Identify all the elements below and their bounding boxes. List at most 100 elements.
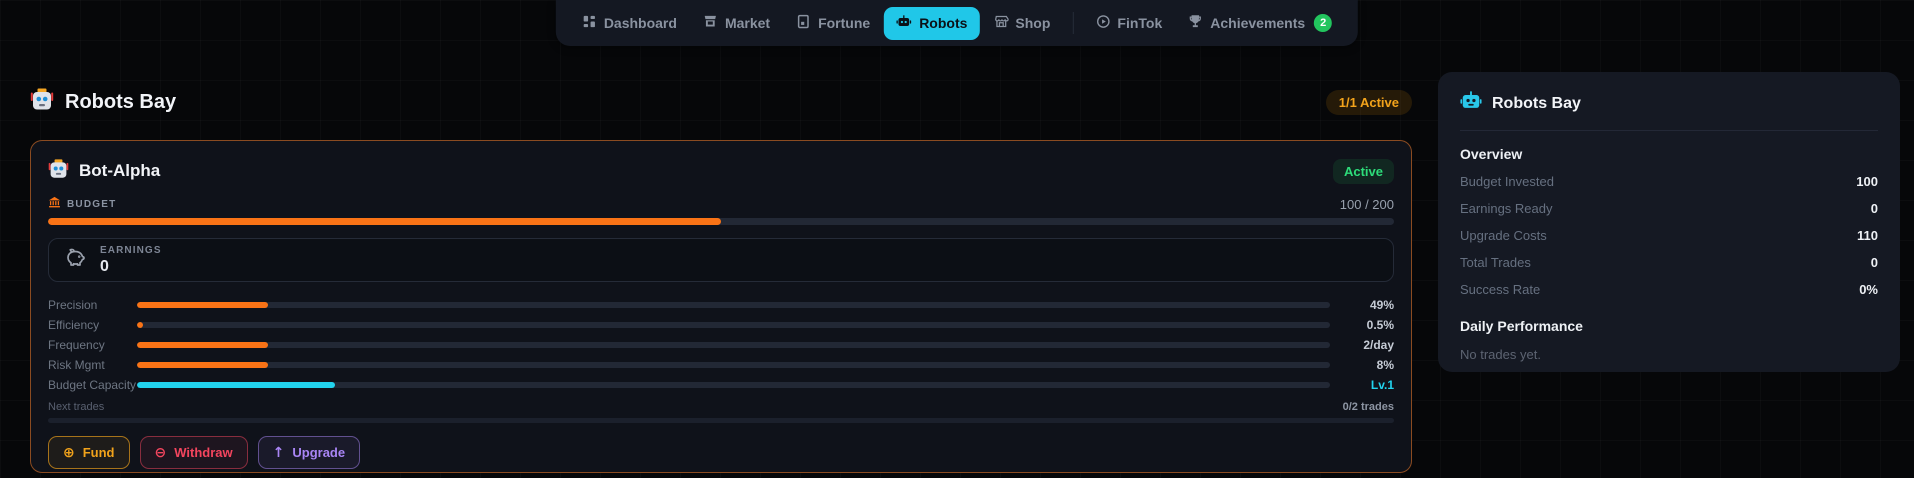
- trophy-icon: [1188, 14, 1203, 32]
- stat-label: Precision: [48, 298, 98, 312]
- budget-row: Budget 100 / 200: [48, 196, 1394, 212]
- nav-label: Market: [724, 15, 771, 31]
- panel-title: Robots Bay: [1492, 94, 1581, 112]
- stat-row-risk-mgmt: Risk Mgmt 8%: [48, 355, 1394, 375]
- stat-bar: [137, 322, 1330, 328]
- nav-item-achievements[interactable]: Achievements 2: [1176, 7, 1344, 39]
- stat-value: 8%: [1376, 358, 1394, 372]
- nav-label: Dashboard: [603, 15, 677, 31]
- stat-bar: [137, 342, 1330, 348]
- next-trades-bar: [48, 418, 1394, 423]
- bot-name: Bot-Alpha: [48, 158, 160, 184]
- overview-row-success-rate: Success Rate 0%: [1460, 282, 1878, 297]
- active-count-badge: 1/1 Active: [1325, 89, 1412, 115]
- robot-icon: [896, 14, 912, 33]
- stat-value: 2/day: [1363, 338, 1394, 352]
- page-header: Robots Bay 1/1 Active: [30, 80, 1412, 124]
- earnings-box: EARNINGS 0: [48, 238, 1394, 282]
- bank-icon: [48, 196, 61, 212]
- robot-emoji-icon: [48, 158, 69, 184]
- budget-value: 100 / 200: [1339, 197, 1394, 212]
- bot-stats: Precision 49% Efficiency 0.5% Frequency …: [48, 295, 1394, 395]
- page-title: Robots Bay: [30, 87, 176, 117]
- budget-label-text: Budget: [67, 198, 117, 210]
- stat-bar-fill: [137, 302, 269, 308]
- minus-circle-icon: ⊖: [154, 444, 167, 461]
- upgrade-button-label: Upgrade: [292, 445, 346, 460]
- robot-icon: [1460, 90, 1482, 117]
- row-value: 0: [1870, 201, 1878, 216]
- nav-item-robots[interactable]: Robots: [884, 6, 980, 40]
- stat-row-precision: Precision 49%: [48, 295, 1394, 315]
- stat-row-frequency: Frequency 2/day: [48, 335, 1394, 355]
- earnings-value: 0: [100, 257, 109, 275]
- overview-row-earnings-ready: Earnings Ready 0: [1460, 201, 1878, 216]
- stat-row-budget-capacity: Budget Capacity Lv.1: [48, 375, 1394, 395]
- nav-divider: [1072, 12, 1074, 34]
- market-icon: [703, 14, 718, 32]
- nav-item-fortune[interactable]: Fortune: [784, 7, 882, 39]
- plus-circle-icon: ⊕: [63, 444, 75, 461]
- panel-header: Robots Bay: [1460, 90, 1878, 131]
- next-trades: Next trades 0/2 trades: [48, 401, 1394, 423]
- withdraw-button-label: Withdraw: [174, 445, 233, 460]
- overview-row-budget-invested: Budget Invested 100: [1460, 174, 1878, 189]
- stat-value: 0.5%: [1366, 318, 1394, 332]
- withdraw-button[interactable]: ⊖ Withdraw: [139, 436, 248, 469]
- stat-label: Frequency: [48, 338, 105, 352]
- row-value: 0: [1870, 255, 1878, 270]
- nav-item-shop[interactable]: Shop: [981, 7, 1062, 39]
- nav-item-fintok[interactable]: FinTok: [1083, 7, 1174, 39]
- overview-row-total-trades: Total Trades 0: [1460, 255, 1878, 270]
- upgrade-button[interactable]: ↑ Upgrade: [257, 436, 361, 469]
- fortune-icon: [796, 14, 811, 32]
- fund-button[interactable]: ⊕ Fund: [48, 436, 130, 469]
- budget-progress-fill: [48, 218, 721, 225]
- robots-bay-main: Robots Bay 1/1 Active Bot-Alpha Active B…: [30, 80, 1412, 473]
- earnings-text: EARNINGS 0: [100, 245, 162, 276]
- play-circle-icon: [1095, 14, 1110, 32]
- row-label: Total Trades: [1460, 255, 1531, 270]
- bot-card: Bot-Alpha Active Budget 100 / 200 EARNIN…: [30, 140, 1412, 473]
- bot-actions: ⊕ Fund ⊖ Withdraw ↑ Upgrade: [48, 436, 1394, 469]
- page-title-text: Robots Bay: [65, 90, 177, 113]
- stat-value: Lv.1: [1370, 378, 1394, 392]
- daily-performance-empty: No trades yet.: [1460, 347, 1541, 362]
- next-trades-value: 0/2 trades: [1342, 401, 1394, 413]
- row-label: Earnings Ready: [1460, 201, 1553, 216]
- overview-row-upgrade-costs: Upgrade Costs 110: [1460, 228, 1878, 243]
- top-nav: Dashboard Market Fortune Robots Shop Fin…: [555, 0, 1359, 46]
- arrow-up-icon: ↑: [272, 444, 285, 461]
- bot-name-text: Bot-Alpha: [79, 161, 161, 180]
- nav-label: Achievements: [1210, 15, 1306, 31]
- stat-row-efficiency: Efficiency 0.5%: [48, 315, 1394, 335]
- shop-icon: [993, 14, 1009, 32]
- nav-label: Shop: [1015, 15, 1051, 31]
- row-label: Upgrade Costs: [1460, 228, 1547, 243]
- stat-bar-fill: [137, 322, 143, 328]
- bot-status-badge: Active: [1332, 158, 1394, 184]
- overview-heading: Overview: [1460, 146, 1523, 162]
- bot-card-header: Bot-Alpha Active: [48, 154, 1394, 188]
- stat-bar: [137, 382, 1330, 388]
- stat-bar-fill: [137, 342, 269, 348]
- budget-progress-bar: [48, 218, 1394, 225]
- nav-item-dashboard[interactable]: Dashboard: [570, 7, 689, 39]
- stat-label: Budget Capacity: [48, 378, 137, 392]
- nav-label: Robots: [919, 15, 968, 31]
- stat-value: 49%: [1369, 298, 1394, 312]
- stat-label: Efficiency: [48, 318, 100, 332]
- stat-bar-fill: [137, 382, 336, 388]
- nav-item-market[interactable]: Market: [691, 7, 782, 39]
- budget-label: Budget: [48, 196, 116, 212]
- dashboard-icon: [582, 14, 597, 32]
- fund-button-label: Fund: [82, 445, 115, 460]
- robot-emoji-icon: [30, 87, 54, 117]
- piggy-bank-icon: [63, 246, 87, 275]
- row-value: 100: [1856, 174, 1878, 189]
- stat-bar: [137, 302, 1330, 308]
- stat-bar: [137, 362, 1330, 368]
- robots-bay-summary-panel: Robots Bay Overview Budget Invested 100 …: [1438, 72, 1900, 372]
- row-value: 0%: [1859, 282, 1878, 297]
- achievements-count-badge: 2: [1314, 14, 1333, 32]
